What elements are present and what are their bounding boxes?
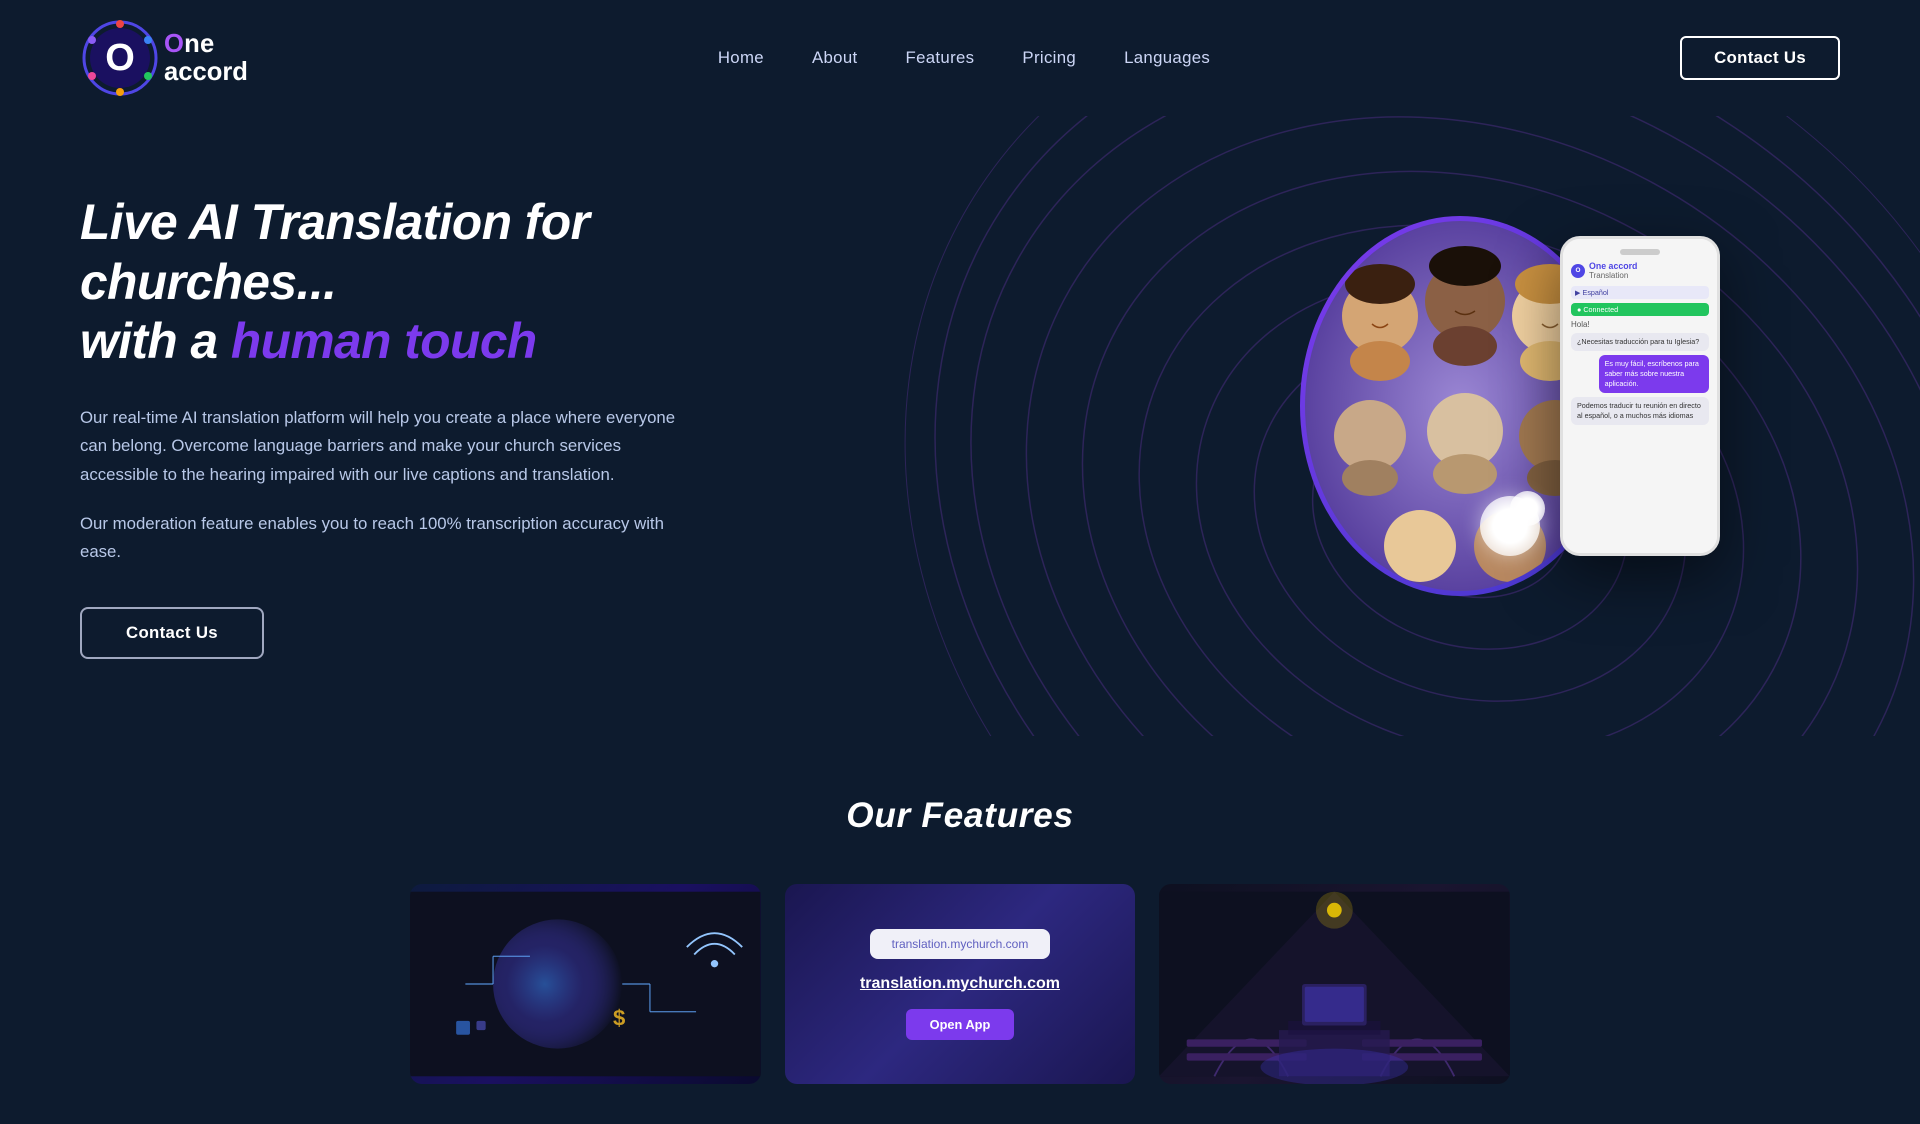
hero-section: .ring { fill: none; stroke: rgba(130, 60… bbox=[0, 116, 1920, 736]
feature-card-3 bbox=[1159, 884, 1510, 1084]
features-title: Our Features bbox=[80, 796, 1840, 836]
phone-bubble-2: Es muy fácil, escríbenos para saber más … bbox=[1599, 355, 1709, 393]
feature-url-text: translation.mychurch.com bbox=[860, 975, 1060, 993]
hero-contact-button[interactable]: Contact Us bbox=[80, 607, 264, 659]
hero-title: Live AI Translation for churches... with… bbox=[80, 193, 800, 372]
features-grid: $ translation.mychurch.com translation.m… bbox=[410, 884, 1510, 1084]
svg-text:O: O bbox=[105, 37, 135, 79]
hero-orb-small bbox=[1510, 491, 1545, 526]
svg-text:$: $ bbox=[613, 1006, 625, 1031]
nav-about[interactable]: About bbox=[812, 48, 858, 67]
phone-language: Español bbox=[1583, 288, 1609, 297]
phone-status: ● Connected bbox=[1571, 303, 1709, 316]
phone-app-name: One accord bbox=[1589, 261, 1637, 271]
feature-card-2: translation.mychurch.com translation.myc… bbox=[785, 884, 1136, 1084]
navbar: O One accord Home About Features Pricing… bbox=[0, 0, 1920, 116]
hero-image-container: O One accord Translation ▶ Español ● Con… bbox=[1300, 216, 1720, 636]
nav-pricing[interactable]: Pricing bbox=[1022, 48, 1076, 67]
phone-bubble-3: Podemos traducir tu reunión en directo a… bbox=[1571, 397, 1709, 425]
feature-card-1: $ bbox=[410, 884, 761, 1084]
logo-icon: O bbox=[80, 18, 160, 98]
features-section: Our Features bbox=[0, 736, 1920, 1124]
phone-mockup: O One accord Translation ▶ Español ● Con… bbox=[1560, 236, 1720, 556]
hero-description-2: Our moderation feature enables you to re… bbox=[80, 510, 700, 567]
logo[interactable]: O One accord bbox=[80, 18, 248, 98]
nav-contact-button[interactable]: Contact Us bbox=[1680, 36, 1840, 80]
phone-subtitle: Translation bbox=[1589, 271, 1637, 280]
phone-screen: O One accord Translation ▶ Español ● Con… bbox=[1563, 239, 1717, 553]
nav-home[interactable]: Home bbox=[718, 48, 764, 67]
nav-links: Home About Features Pricing Languages bbox=[718, 48, 1210, 68]
hero-description-1: Our real-time AI translation platform wi… bbox=[80, 404, 700, 490]
nav-languages[interactable]: Languages bbox=[1124, 48, 1210, 67]
hero-content: Live AI Translation for churches... with… bbox=[80, 193, 800, 658]
phone-bubble-1: ¿Necesitas traducción para tu Iglesia? bbox=[1571, 333, 1709, 351]
nav-features[interactable]: Features bbox=[906, 48, 975, 67]
phone-greeting: Hola! bbox=[1571, 320, 1709, 329]
